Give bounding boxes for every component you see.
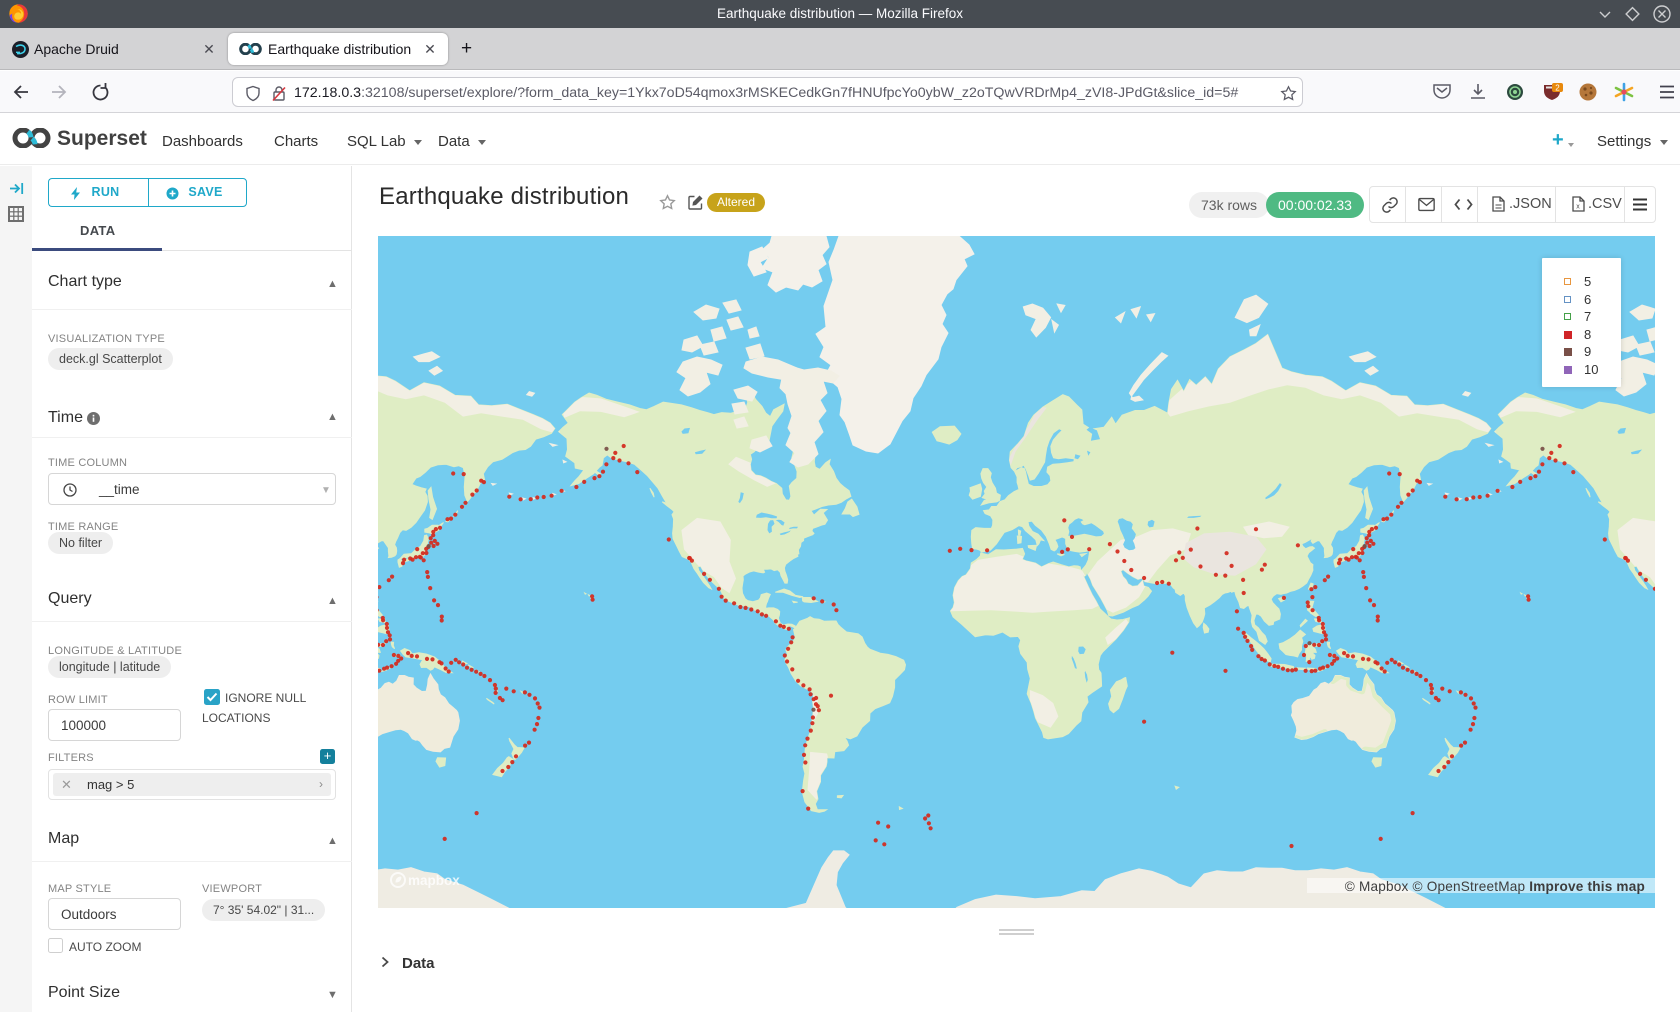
svg-text:2: 2 bbox=[1555, 84, 1560, 93]
svg-text:mapbox: mapbox bbox=[408, 873, 460, 888]
svg-text:x: x bbox=[1576, 204, 1580, 211]
